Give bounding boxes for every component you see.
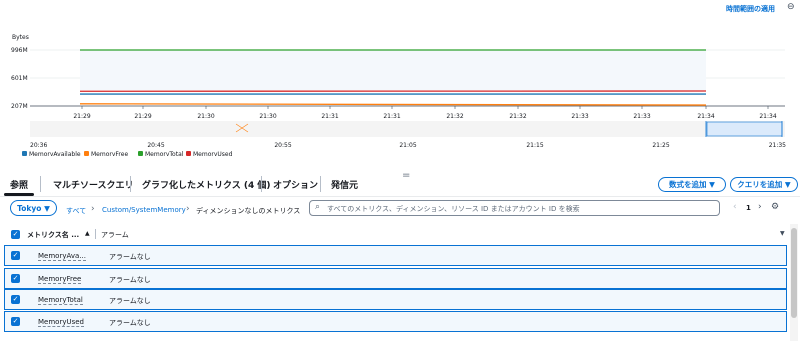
metric-name[interactable]: MemoryTotal (38, 296, 83, 305)
overview-tick-label: 20:36 (30, 142, 47, 149)
tabs-divider (0, 196, 800, 197)
y-tick-label: 207M (11, 103, 28, 110)
x-tick-label: 21:34 (697, 113, 714, 120)
overview-tick-label: 21:05 (399, 142, 416, 149)
drag-handle-icon[interactable]: = (402, 170, 410, 181)
search-icon: ⌕ (315, 202, 321, 212)
zoom-out-icon[interactable]: ⊖ (787, 2, 795, 12)
row-checkbox[interactable]: ✓ (11, 274, 20, 283)
legend-label: MemoryUsed (193, 151, 233, 156)
x-tick-label: 21:34 (759, 113, 776, 120)
apply-time-range-link[interactable]: 時間範囲の適用 (726, 4, 775, 14)
add-formula-button[interactable]: 数式を追加 ▼ (658, 177, 726, 192)
alarm-status: アラームなし (109, 297, 151, 305)
legend-swatch (22, 151, 27, 156)
tab-multi-source-query[interactable]: マルチソースクエリ (53, 178, 134, 191)
page-number[interactable]: 1 (746, 204, 751, 212)
metric-name[interactable]: MemoryFree (38, 275, 82, 284)
table-row[interactable]: ✓ MemoryUsed アラームなし (4, 311, 787, 332)
legend-swatch (138, 151, 143, 156)
y-tick-label: 996M (11, 47, 28, 54)
series-line-memoryfree (79, 103, 707, 106)
overview-tick-label: 20:55 (274, 142, 291, 149)
legend-swatch (186, 151, 191, 156)
y-tick-label: 601M (11, 75, 28, 82)
column-header-metric-name[interactable]: メトリクス名 ... (27, 230, 79, 240)
overview-tick-label: 20:45 (147, 142, 164, 149)
row-checkbox[interactable]: ✓ (11, 295, 20, 304)
tab-divider (261, 176, 262, 192)
breadcrumb-separator-icon: › (186, 204, 190, 214)
tab-divider (320, 176, 321, 192)
row-checkbox[interactable]: ✓ (11, 251, 20, 260)
legend-label: MemoryTotal (145, 151, 184, 156)
tab-source[interactable]: 発信元 (331, 178, 358, 191)
column-divider (95, 229, 96, 239)
x-tick-label: 21:31 (321, 113, 338, 120)
metrics-search-input[interactable]: ⌕ すべてのメトリクス、ディメンション、リソース ID またはアカウント ID … (309, 200, 720, 216)
tab-divider (40, 176, 41, 192)
sort-ascending-icon[interactable]: ▲ (85, 230, 90, 237)
breadcrumb-all[interactable]: すべて (66, 206, 86, 216)
breadcrumb-namespace[interactable]: Custom/SystemMemory (102, 206, 186, 214)
tab-browse[interactable]: 参照 (10, 178, 28, 191)
metrics-chart: Bytes 996M 601M 207M 21:29 21:29 21:30 21:30 21:… (11, 34, 786, 156)
region-selector[interactable]: Tokyo ▼ (10, 200, 57, 216)
tab-divider (130, 176, 131, 192)
metric-name[interactable]: MemoryAva... (38, 252, 86, 261)
x-tick-label: 21:33 (571, 113, 588, 120)
settings-icon[interactable]: ⚙ (771, 202, 779, 212)
column-header-alarm: アラーム (101, 231, 129, 239)
x-tick-label: 21:32 (509, 113, 526, 120)
x-tick-label: 21:30 (197, 113, 214, 120)
x-tick-label: 21:29 (73, 113, 90, 120)
column-filter-icon[interactable]: ▼ (780, 230, 785, 237)
overview-selection (706, 121, 783, 137)
legend-label: MemoryAvailable (29, 151, 81, 156)
select-all-checkbox[interactable]: ✓ (11, 230, 20, 239)
breadcrumb-separator-icon: › (91, 204, 95, 214)
tab-options[interactable]: オプション (273, 178, 318, 191)
overview-background (30, 121, 785, 137)
x-tick-label: 21:29 (134, 113, 151, 120)
alarm-status: アラームなし (109, 253, 151, 261)
x-tick-label: 21:33 (633, 113, 650, 120)
x-tick-label: 21:31 (383, 113, 400, 120)
legend-swatch (84, 151, 89, 156)
x-tick-label: 21:32 (446, 113, 463, 120)
table-row[interactable]: ✓ MemoryFree アラームなし (4, 268, 787, 289)
add-query-button[interactable]: クエリを追加 ▼ (730, 177, 798, 192)
legend-label: MemoryFree (91, 151, 128, 156)
page-prev-button[interactable]: ‹ (733, 202, 737, 212)
table-row[interactable]: ✓ MemoryTotal アラームなし (4, 289, 787, 310)
page-next-button[interactable]: › (758, 202, 762, 212)
tab-graphed-metrics[interactable]: グラフ化したメトリクス (4 個) (142, 178, 271, 191)
table-row[interactable]: ✓ MemoryAva... アラームなし (4, 245, 787, 266)
overview-tick-label: 21:25 (652, 142, 669, 149)
overview-tick-label: 21:35 (769, 142, 786, 149)
breadcrumb-current: ディメンションなしのメトリクス (196, 207, 301, 215)
y-axis-label: Bytes (12, 34, 29, 41)
x-tick-label: 21:30 (259, 113, 276, 120)
alarm-status: アラームなし (109, 319, 151, 327)
scrollbar-thumb[interactable] (791, 228, 797, 318)
overview-tick-label: 21:15 (526, 142, 543, 149)
metric-name[interactable]: MemoryUsed (38, 318, 84, 327)
alarm-status: アラームなし (109, 276, 151, 284)
row-checkbox[interactable]: ✓ (11, 317, 20, 326)
search-placeholder: すべてのメトリクス、ディメンション、リソース ID またはアカウント ID を検… (327, 205, 580, 213)
chart-band (80, 50, 706, 91)
